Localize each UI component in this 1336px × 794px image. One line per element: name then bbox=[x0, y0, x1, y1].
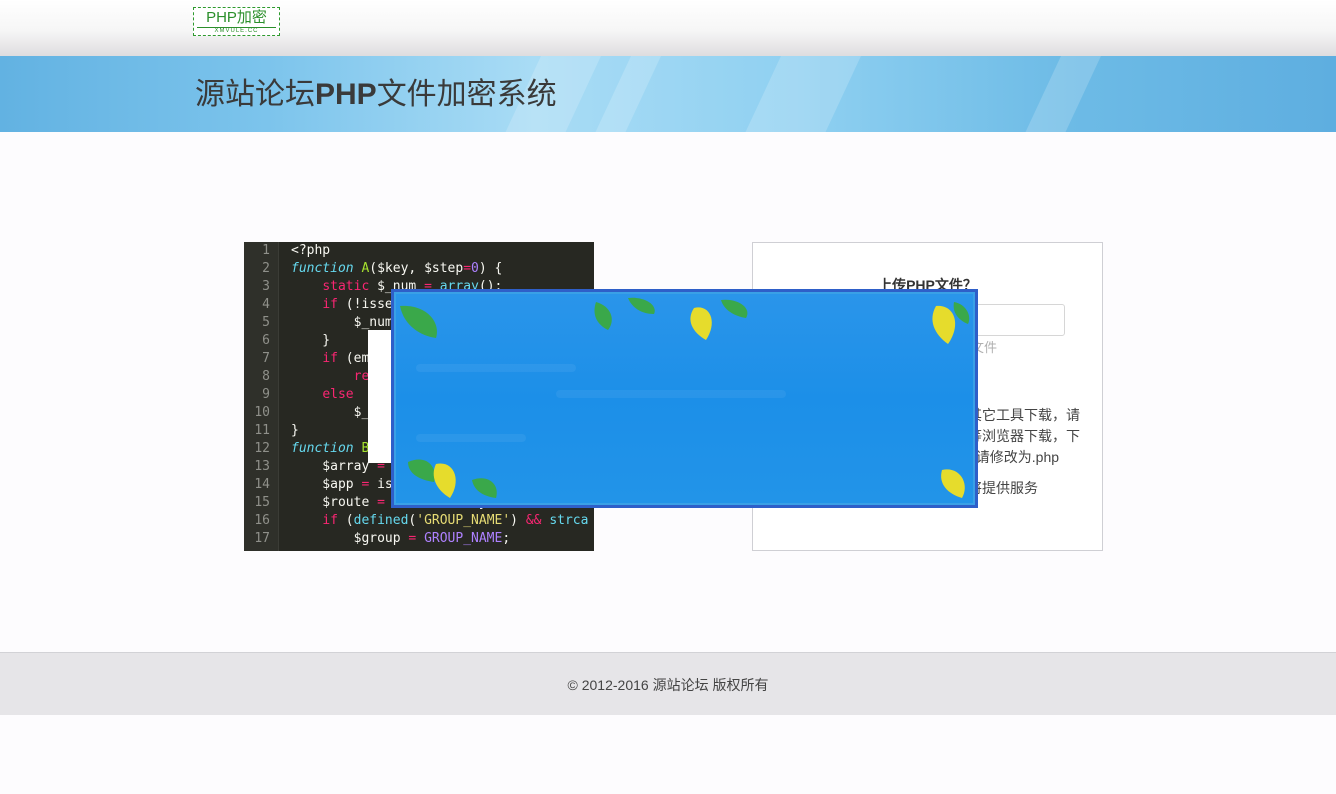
page-title: 源站论坛PHP文件加密系统 bbox=[195, 77, 557, 112]
banner: 源站论坛PHP文件加密系统 bbox=[0, 56, 1336, 132]
upload-instructions: 其它工具下载，请 等浏览器下载，下 p请修改为.php bbox=[968, 407, 1080, 465]
code-line: 1 <?php bbox=[262, 243, 331, 258]
banner-decoration bbox=[1009, 56, 1111, 132]
upload-hint: 文件 bbox=[971, 340, 998, 355]
banner-decoration bbox=[729, 56, 871, 132]
logo-text: PHP加密 bbox=[206, 9, 267, 26]
upload-title: 上传PHP文件？ bbox=[878, 277, 977, 293]
copyright-text: © 2012-2016 源站论坛 版权所有 bbox=[567, 677, 769, 693]
service-note: 将提供服务 bbox=[968, 480, 1038, 496]
leaf-decoration-icon bbox=[400, 297, 970, 498]
logo-subtext: XMVULE.CC bbox=[197, 27, 276, 35]
code-line: 16 if (defined('GROUP_NAME') && strca bbox=[254, 513, 589, 528]
site-logo[interactable]: PHP加密 XMVULE.CC bbox=[193, 7, 280, 36]
popup-overlay[interactable] bbox=[396, 294, 973, 503]
footer: © 2012-2016 源站论坛 版权所有 bbox=[0, 652, 1336, 715]
code-line: 2 function A($key, $step=0) { bbox=[262, 261, 503, 276]
code-line: 17 $group = GROUP_NAME; bbox=[254, 531, 511, 546]
top-header: PHP加密 XMVULE.CC bbox=[0, 0, 1336, 57]
